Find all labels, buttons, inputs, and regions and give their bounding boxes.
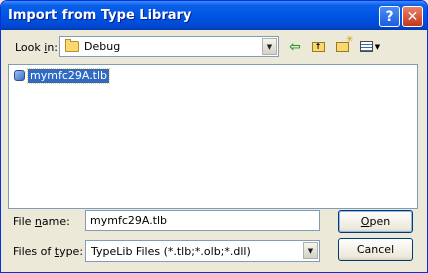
list-item[interactable]: mymfc29A.tlb xyxy=(14,67,111,84)
back-arrow-icon[interactable]: ⇦ xyxy=(285,37,305,56)
title-bar[interactable]: Import from Type Library ? ✕ xyxy=(1,1,427,30)
import-type-library-dialog: Import from Type Library ? ✕ Look in: De… xyxy=(0,0,428,273)
cancel-button[interactable]: Cancel xyxy=(338,238,413,261)
folder-icon xyxy=(65,39,79,52)
look-in-dropdown[interactable]: Debug ▼ xyxy=(59,36,279,57)
up-folder-icon[interactable]: ↑ xyxy=(308,37,328,56)
file-name-label: File name: xyxy=(13,215,70,228)
files-of-type-label: Files of type: xyxy=(13,245,84,258)
window-title: Import from Type Library xyxy=(8,8,192,23)
look-in-label: Look in: xyxy=(15,41,59,54)
look-in-value: Debug xyxy=(84,40,121,53)
view-menu-icon[interactable]: ▼ xyxy=(356,37,384,56)
file-list[interactable]: mymfc29A.tlb xyxy=(8,64,418,209)
dialog-body: Look in: Debug ▼ ⇦ ↑ ▼ mymfc29A.tlb File… xyxy=(1,30,427,272)
file-item-name: mymfc29A.tlb xyxy=(26,67,111,84)
close-button[interactable]: ✕ xyxy=(402,6,423,27)
chevron-down-icon[interactable]: ▼ xyxy=(303,242,318,259)
file-name-field[interactable]: mymfc29A.tlb xyxy=(85,210,320,231)
files-of-type-dropdown[interactable]: TypeLib Files (*.tlb;*.olb;*.dll) ▼ xyxy=(85,240,320,262)
help-button[interactable]: ? xyxy=(379,6,400,27)
new-folder-icon[interactable] xyxy=(332,35,354,56)
chevron-down-icon[interactable]: ▼ xyxy=(262,38,277,55)
type-library-icon xyxy=(14,70,25,81)
files-of-type-value: TypeLib Files (*.tlb;*.olb;*.dll) xyxy=(91,245,251,258)
open-button[interactable]: Open xyxy=(338,210,413,233)
